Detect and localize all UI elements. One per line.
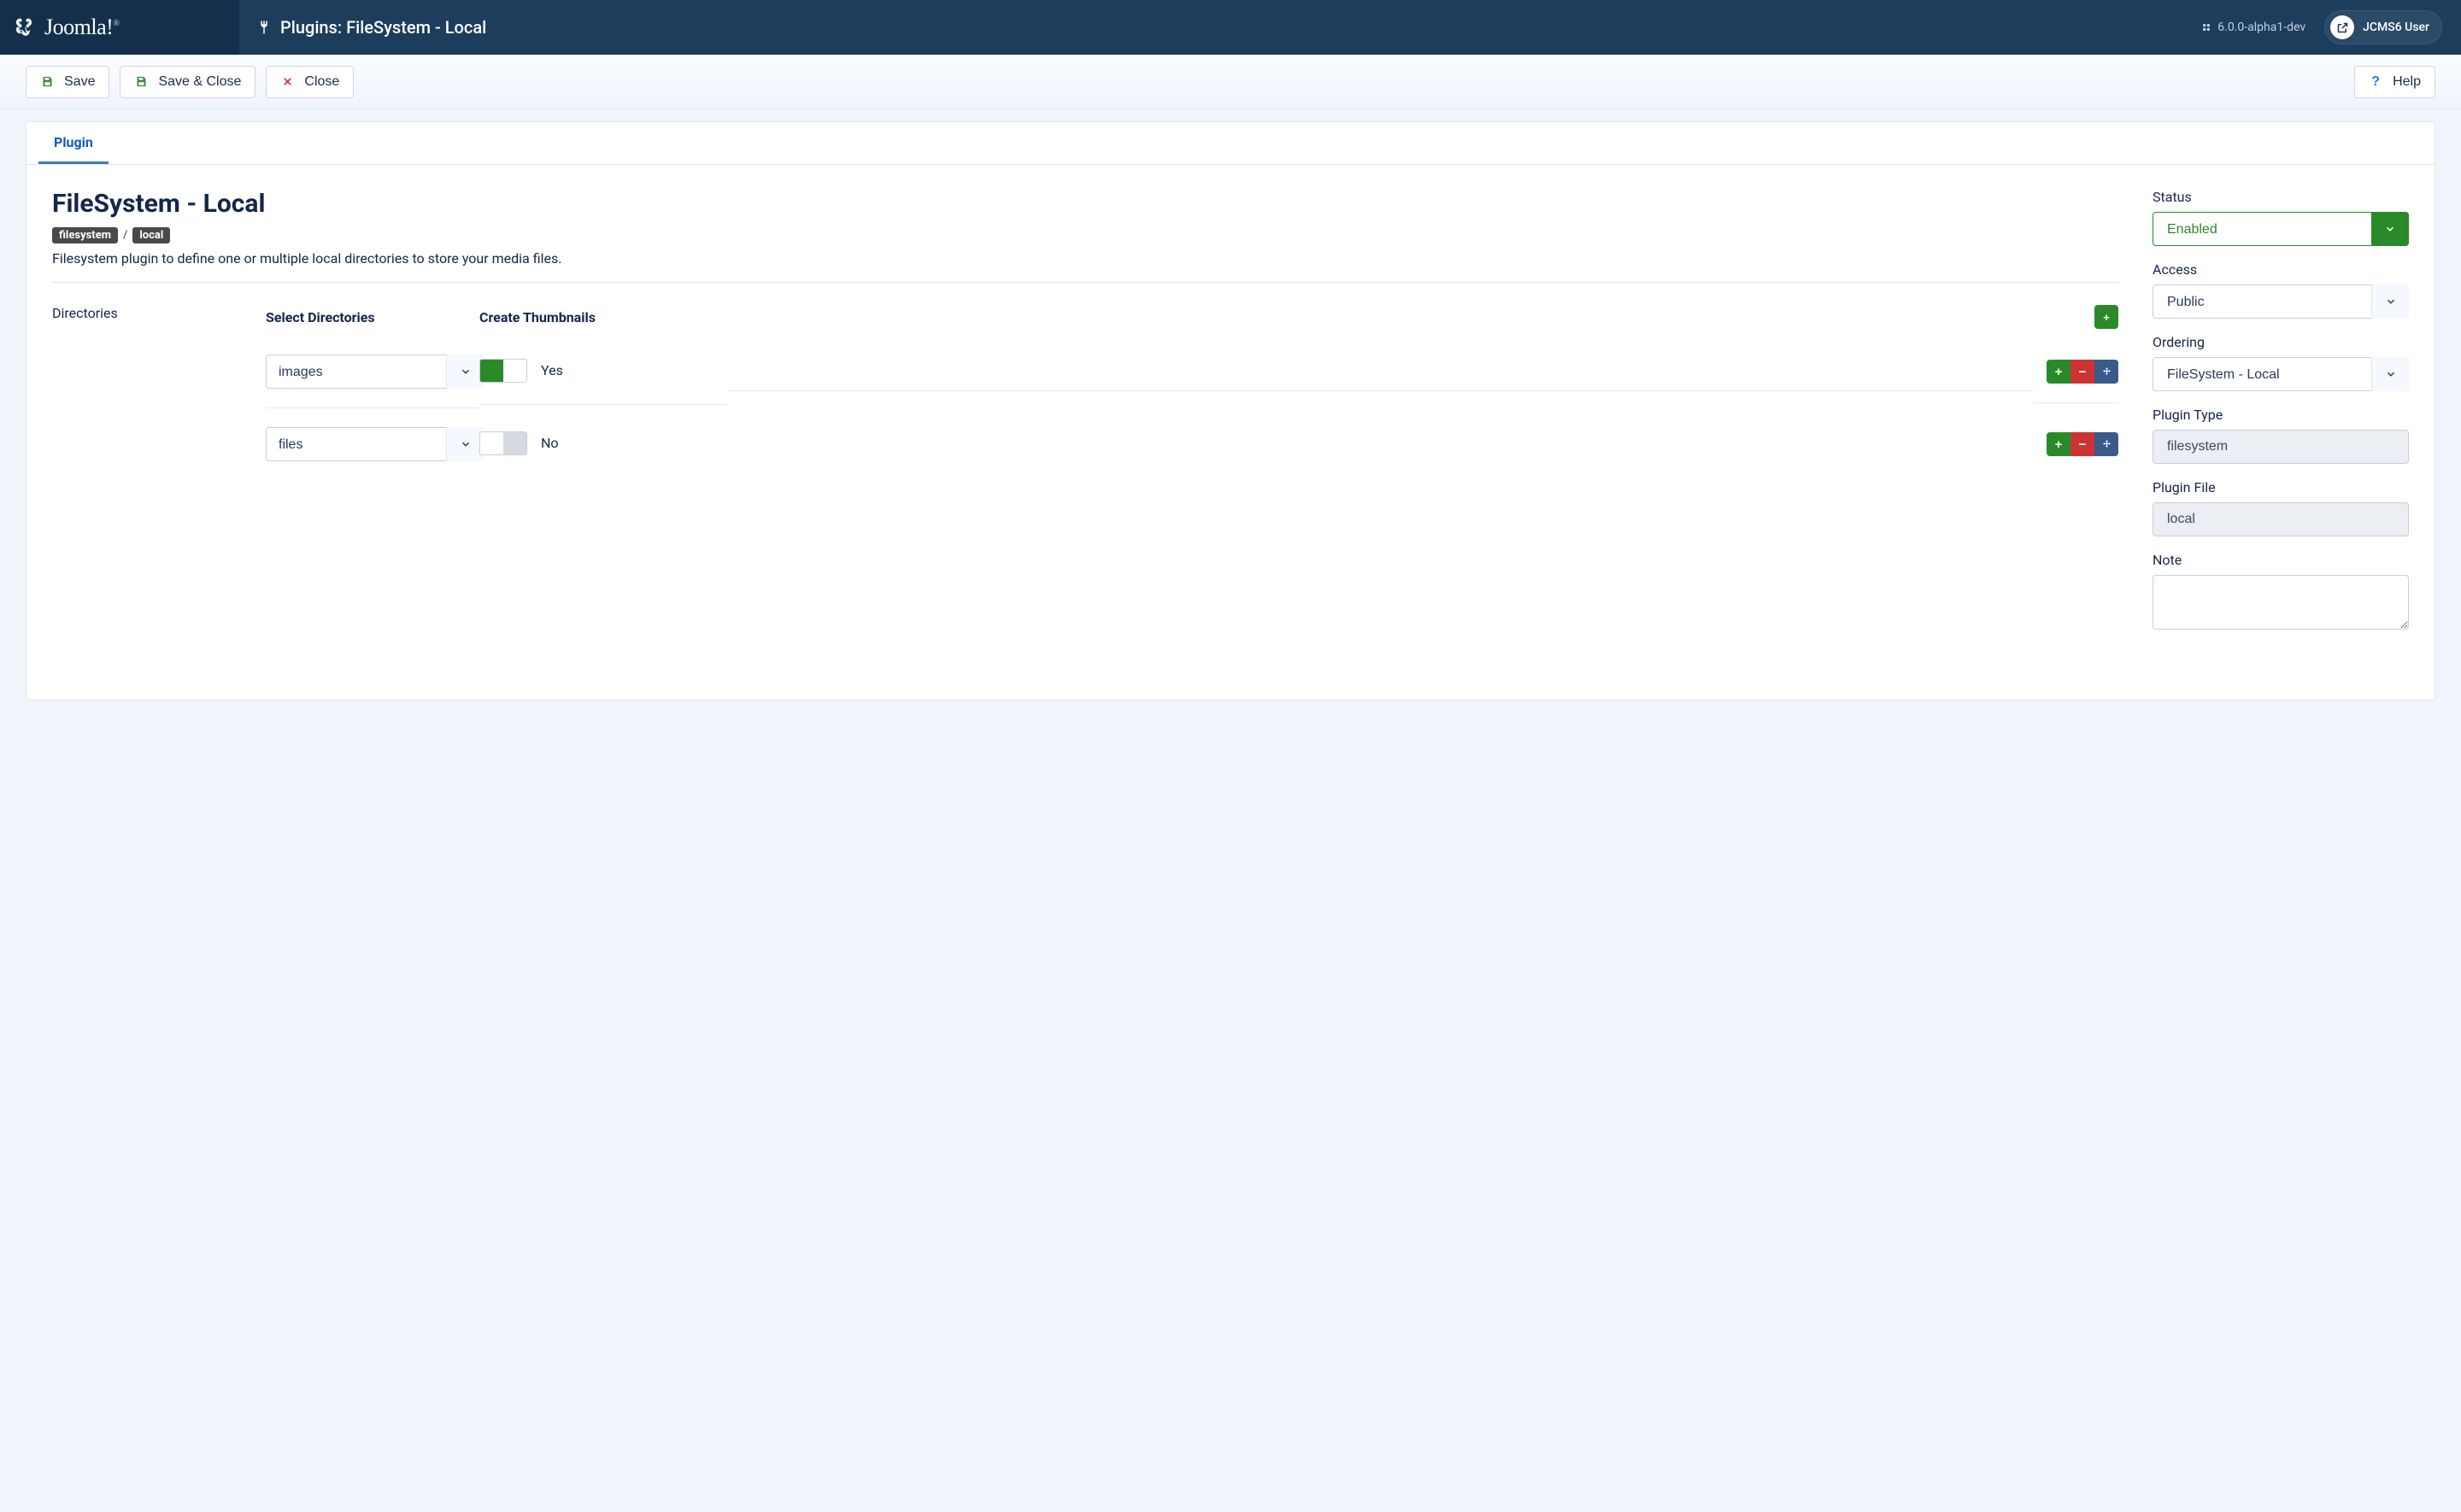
row-add-button[interactable]: + xyxy=(2047,360,2070,384)
brand-text: Joomla!® xyxy=(44,15,119,40)
slash: / xyxy=(123,229,127,242)
pfile-input xyxy=(2153,502,2409,536)
directory-select[interactable]: images xyxy=(266,355,484,389)
switch-off[interactable] xyxy=(479,431,527,455)
panel-body: FileSystem - Local filesystem / local Fi… xyxy=(26,165,2435,700)
page-title-text: Plugins: FileSystem - Local xyxy=(280,17,486,38)
plugin-title: FileSystem - Local xyxy=(52,189,2118,219)
save-icon xyxy=(40,75,54,88)
field-plugin-type: Plugin Type xyxy=(2153,407,2409,464)
user-menu[interactable]: JCMS6 User xyxy=(2324,10,2442,44)
ordering-select[interactable]: FileSystem - Local xyxy=(2153,357,2409,391)
plugin-description: Filesystem plugin to define one or multi… xyxy=(52,250,2118,267)
directories-table: Select Directories Create Thumbnails + xyxy=(266,298,2118,480)
version-text: 6.0.0-alpha1-dev xyxy=(2217,21,2305,34)
field-note: Note xyxy=(2153,552,2409,633)
pfile-label: Plugin File xyxy=(2153,479,2409,495)
field-ordering: Ordering FileSystem - Local xyxy=(2153,334,2409,391)
help-button[interactable]: ? Help xyxy=(2354,66,2435,98)
save-icon xyxy=(134,75,148,88)
status-select[interactable]: Enabled xyxy=(2153,212,2409,246)
plugin-path: filesystem / local xyxy=(52,227,2118,243)
field-status: Status Enabled xyxy=(2153,189,2409,246)
divider xyxy=(52,282,2118,283)
save-button[interactable]: Save xyxy=(26,66,109,98)
close-button[interactable]: Close xyxy=(266,66,354,98)
save-close-label: Save & Close xyxy=(158,74,241,90)
close-icon xyxy=(280,76,294,87)
row-remove-button[interactable]: − xyxy=(2070,360,2094,384)
directories-label: Directories xyxy=(52,305,118,321)
row-move-button[interactable] xyxy=(2094,432,2118,456)
element-pill: local xyxy=(132,227,170,243)
note-label: Note xyxy=(2153,552,2409,568)
switch-on[interactable] xyxy=(479,359,527,383)
joomla-small-icon xyxy=(2200,21,2212,33)
save-label: Save xyxy=(64,74,95,90)
status-label: Status xyxy=(2153,189,2409,205)
help-icon: ? xyxy=(2369,74,2382,90)
toggle-label: No xyxy=(541,435,559,451)
toggle-label: Yes xyxy=(541,362,563,378)
user-name: JCMS6 User xyxy=(2363,21,2429,34)
field-plugin-file: Plugin File xyxy=(2153,479,2409,536)
thumbnail-toggle[interactable]: No xyxy=(479,431,559,455)
ptype-input xyxy=(2153,430,2409,464)
field-access: Access Public xyxy=(2153,261,2409,319)
save-close-button[interactable]: Save & Close xyxy=(120,66,255,98)
external-link-icon xyxy=(2330,15,2354,39)
folder-pill: filesystem xyxy=(52,227,118,243)
row-actions: + − xyxy=(2047,360,2118,384)
toolbar: Save Save & Close Close ? Help xyxy=(0,55,2461,109)
ptype-label: Plugin Type xyxy=(2153,407,2409,423)
side-column: Status Enabled Access Public Ordering xyxy=(2153,189,2409,648)
tabs: Plugin xyxy=(26,122,2435,165)
add-row-button[interactable]: + xyxy=(2094,305,2118,329)
access-label: Access xyxy=(2153,261,2409,278)
close-label: Close xyxy=(304,74,339,90)
help-label: Help xyxy=(2393,74,2421,90)
joomla-logo-icon xyxy=(12,15,36,39)
topbar: Joomla!® Plugins: FileSystem - Local 6.0… xyxy=(0,0,2461,55)
page: Plugin FileSystem - Local filesystem / l… xyxy=(0,109,2461,735)
page-title: Plugins: FileSystem - Local xyxy=(256,17,486,38)
row-remove-button[interactable]: − xyxy=(2070,432,2094,456)
access-select[interactable]: Public xyxy=(2153,284,2409,319)
panel: Plugin FileSystem - Local filesystem / l… xyxy=(26,121,2435,700)
tab-plugin[interactable]: Plugin xyxy=(38,122,109,164)
directory-select[interactable]: files xyxy=(266,427,484,461)
topbar-right: 6.0.0-alpha1-dev JCMS6 User xyxy=(2200,10,2461,44)
col-header-thumb: Create Thumbnails xyxy=(479,302,727,332)
main-column: FileSystem - Local filesystem / local Fi… xyxy=(52,189,2118,648)
topbar-main: Plugins: FileSystem - Local xyxy=(239,17,2200,38)
col-header-select: Select Directories xyxy=(266,302,479,332)
row-add-button[interactable]: + xyxy=(2047,432,2070,456)
row-move-button[interactable] xyxy=(2094,360,2118,384)
plug-icon xyxy=(256,20,272,35)
version-badge[interactable]: 6.0.0-alpha1-dev xyxy=(2200,21,2305,34)
note-textarea[interactable] xyxy=(2153,575,2409,630)
ordering-label: Ordering xyxy=(2153,334,2409,350)
brand[interactable]: Joomla!® xyxy=(0,0,239,55)
thumbnail-toggle[interactable]: Yes xyxy=(479,359,563,383)
row-actions: + − xyxy=(2047,432,2118,456)
